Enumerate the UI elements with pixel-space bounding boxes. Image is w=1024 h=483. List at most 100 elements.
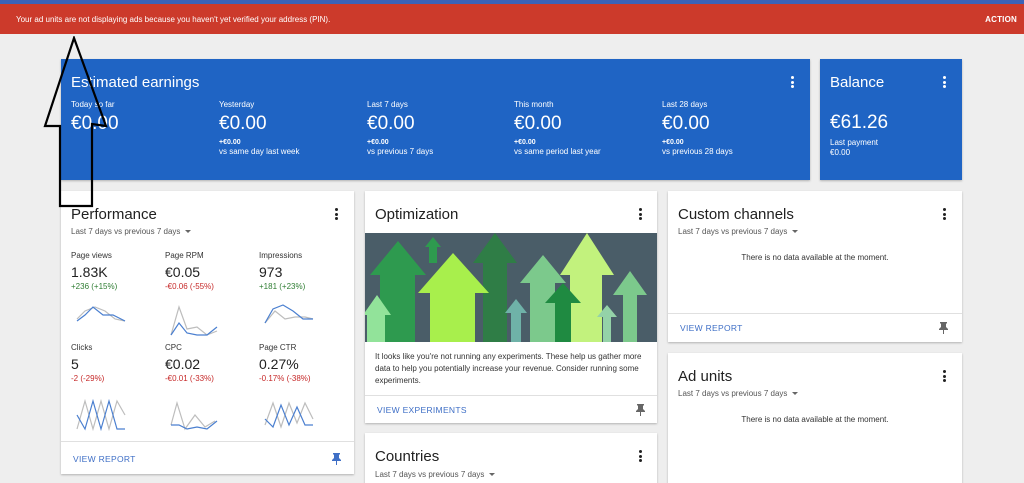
countries-title: Countries [375, 448, 440, 465]
custom-channels-title: Custom channels [678, 206, 794, 223]
metric-delta: -€0.06 (-55%) [165, 282, 214, 291]
metric-cpc: CPC €0.02 -€0.01 (-33%) [165, 343, 214, 383]
stat-last-7-days: Last 7 days €0.00 +€0.00 vs previous 7 d… [367, 100, 433, 156]
balance-title: Balance [830, 74, 885, 91]
balance-stat: €61.26 Last payment €0.00 [830, 112, 888, 157]
empty-state-text: There is no data available at the moment… [741, 253, 889, 262]
up-arrow-annotation [43, 36, 108, 208]
stat-this-month: This month €0.00 +€0.00 vs same period l… [514, 100, 601, 156]
metric-delta: -2 (-29%) [71, 374, 105, 383]
balance-card: Balance €61.26 Last payment €0.00 [820, 59, 962, 180]
performance-title: Performance [71, 206, 157, 223]
alert-message: Your ad units are not displaying ads bec… [16, 14, 331, 24]
countries-card: Countries Last 7 days vs previous 7 days [365, 433, 657, 483]
optimization-card: Optimization It looks like you're not ru… [365, 191, 657, 423]
stat-delta: +€0.00 [514, 139, 536, 146]
period-label: Last 7 days vs previous 7 days [71, 227, 181, 236]
pin-icon[interactable] [635, 403, 646, 416]
more-vert-icon[interactable] [634, 449, 646, 463]
dropdown-arrow-icon [792, 392, 799, 395]
ad-units-title: Ad units [678, 368, 733, 385]
metric-page-views: Page views 1.83K +236 (+15%) [71, 251, 117, 291]
stat-delta: +€0.00 [219, 139, 241, 146]
stat-label: Last 7 days [367, 100, 408, 109]
stat-yesterday: Yesterday €0.00 +€0.00 vs same day last … [219, 100, 299, 156]
last-payment-value: €0.00 [830, 148, 851, 157]
metric-label: Page RPM [165, 251, 204, 260]
metric-delta: -0.17% (-38%) [259, 374, 311, 383]
more-vert-icon[interactable] [938, 207, 950, 221]
metric-value: 5 [71, 356, 79, 372]
metric-value: €0.05 [165, 264, 201, 280]
empty-state-text: There is no data available at the moment… [741, 415, 889, 424]
period-label: Last 7 days vs previous 7 days [375, 470, 485, 479]
ad-units-card: Ad units Last 7 days vs previous 7 days … [668, 353, 962, 483]
stat-value: €0.00 [514, 113, 562, 134]
pin-icon[interactable] [331, 452, 342, 465]
more-vert-icon[interactable] [938, 369, 950, 383]
view-experiments-link[interactable]: VIEW EXPERIMENTS [377, 405, 467, 415]
dropdown-arrow-icon [185, 230, 192, 233]
period-label: Last 7 days vs previous 7 days [678, 227, 788, 236]
metric-delta: +181 (+23%) [259, 282, 306, 291]
metric-page-ctr: Page CTR 0.27% -0.17% (-38%) [259, 343, 311, 383]
metric-value: €0.02 [165, 356, 201, 372]
period-selector[interactable]: Last 7 days vs previous 7 days [71, 227, 192, 236]
sparkline-impressions [264, 304, 314, 324]
metric-page-rpm: Page RPM €0.05 -€0.06 (-55%) [165, 251, 214, 291]
optimization-text: It looks like you're not running any exp… [375, 352, 642, 385]
metric-clicks: Clicks 5 -2 (-29%) [71, 343, 104, 383]
dropdown-arrow-icon [792, 230, 799, 233]
alert-action-button[interactable]: ACTION [985, 15, 1017, 24]
metric-delta: -€0.01 (-33%) [165, 374, 214, 383]
optimization-illustration [365, 233, 657, 342]
more-vert-icon[interactable] [938, 75, 950, 89]
period-selector[interactable]: Last 7 days vs previous 7 days [678, 389, 799, 398]
stat-compare: vs previous 7 days [367, 147, 434, 156]
period-label: Last 7 days vs previous 7 days [678, 389, 788, 398]
card-divider [61, 441, 354, 442]
custom-channels-card: Custom channels Last 7 days vs previous … [668, 191, 962, 342]
view-report-link[interactable]: VIEW REPORT [680, 323, 743, 333]
stat-value: €0.00 [367, 113, 415, 134]
stat-delta: +€0.00 [367, 139, 389, 146]
optimization-title: Optimization [375, 206, 459, 223]
last-payment-label: Last payment [830, 138, 879, 147]
sparkline-clicks [76, 398, 126, 431]
more-vert-icon[interactable] [634, 207, 646, 221]
pin-icon[interactable] [938, 321, 949, 334]
performance-card: Performance Last 7 days vs previous 7 da… [61, 191, 354, 474]
balance-value: €61.26 [830, 112, 889, 133]
stat-delta: +€0.00 [662, 139, 684, 146]
stat-label: This month [514, 100, 554, 109]
sparkline-page-rpm [170, 305, 218, 336]
stat-label: Last 28 days [662, 100, 708, 109]
view-report-link[interactable]: VIEW REPORT [73, 454, 136, 464]
card-divider [365, 395, 657, 396]
dropdown-arrow-icon [489, 473, 496, 476]
metric-label: Page CTR [259, 343, 297, 352]
metric-delta: +236 (+15%) [71, 282, 118, 291]
more-vert-icon[interactable] [330, 207, 342, 221]
sparkline-cpc [170, 400, 218, 431]
metric-value: 1.83K [71, 264, 108, 280]
stat-compare: vs same day last week [219, 147, 300, 156]
alert-banner: Your ad units are not displaying ads bec… [0, 4, 1024, 34]
stat-label: Yesterday [219, 100, 255, 109]
card-divider [668, 313, 962, 314]
metric-label: Impressions [259, 251, 303, 260]
metric-value: 0.27% [259, 356, 299, 372]
sparkline-page-views [76, 306, 126, 322]
metric-label: Page views [71, 251, 112, 260]
period-selector[interactable]: Last 7 days vs previous 7 days [375, 470, 496, 479]
period-selector[interactable]: Last 7 days vs previous 7 days [678, 227, 799, 236]
estimated-earnings-card: Estimated earnings Today so far €0.00 Ye… [61, 59, 810, 180]
stat-compare: vs same period last year [514, 147, 601, 156]
sparkline-page-ctr [264, 401, 314, 429]
more-vert-icon[interactable] [786, 75, 798, 89]
metric-impressions: Impressions 973 +181 (+23%) [259, 251, 305, 291]
stat-last-28-days: Last 28 days €0.00 +€0.00 vs previous 28… [662, 100, 733, 156]
metric-label: CPC [165, 343, 182, 352]
stat-value: €0.00 [219, 113, 267, 134]
metric-label: Clicks [71, 343, 93, 352]
